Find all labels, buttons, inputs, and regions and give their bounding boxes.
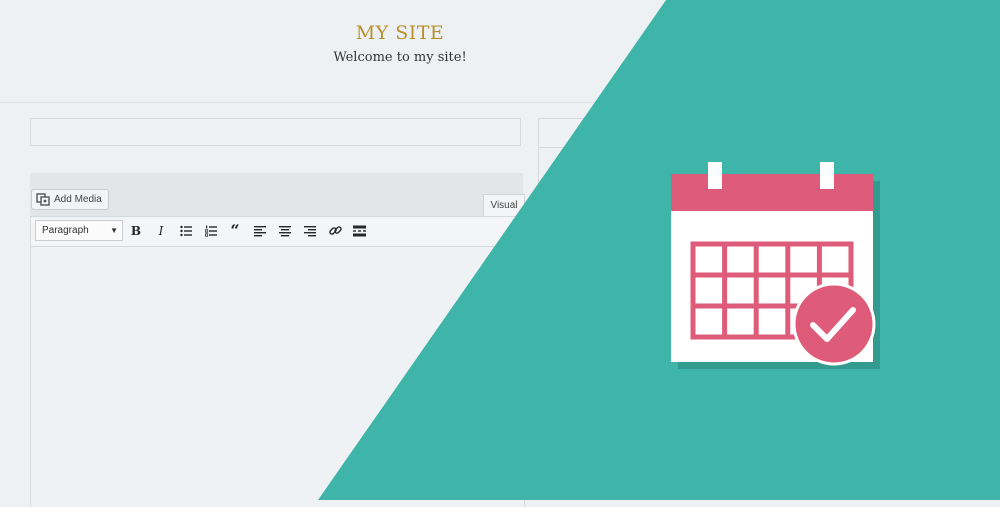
check-badge	[792, 282, 876, 366]
calendar-check-icon	[671, 162, 880, 369]
teal-shape	[318, 0, 1000, 500]
